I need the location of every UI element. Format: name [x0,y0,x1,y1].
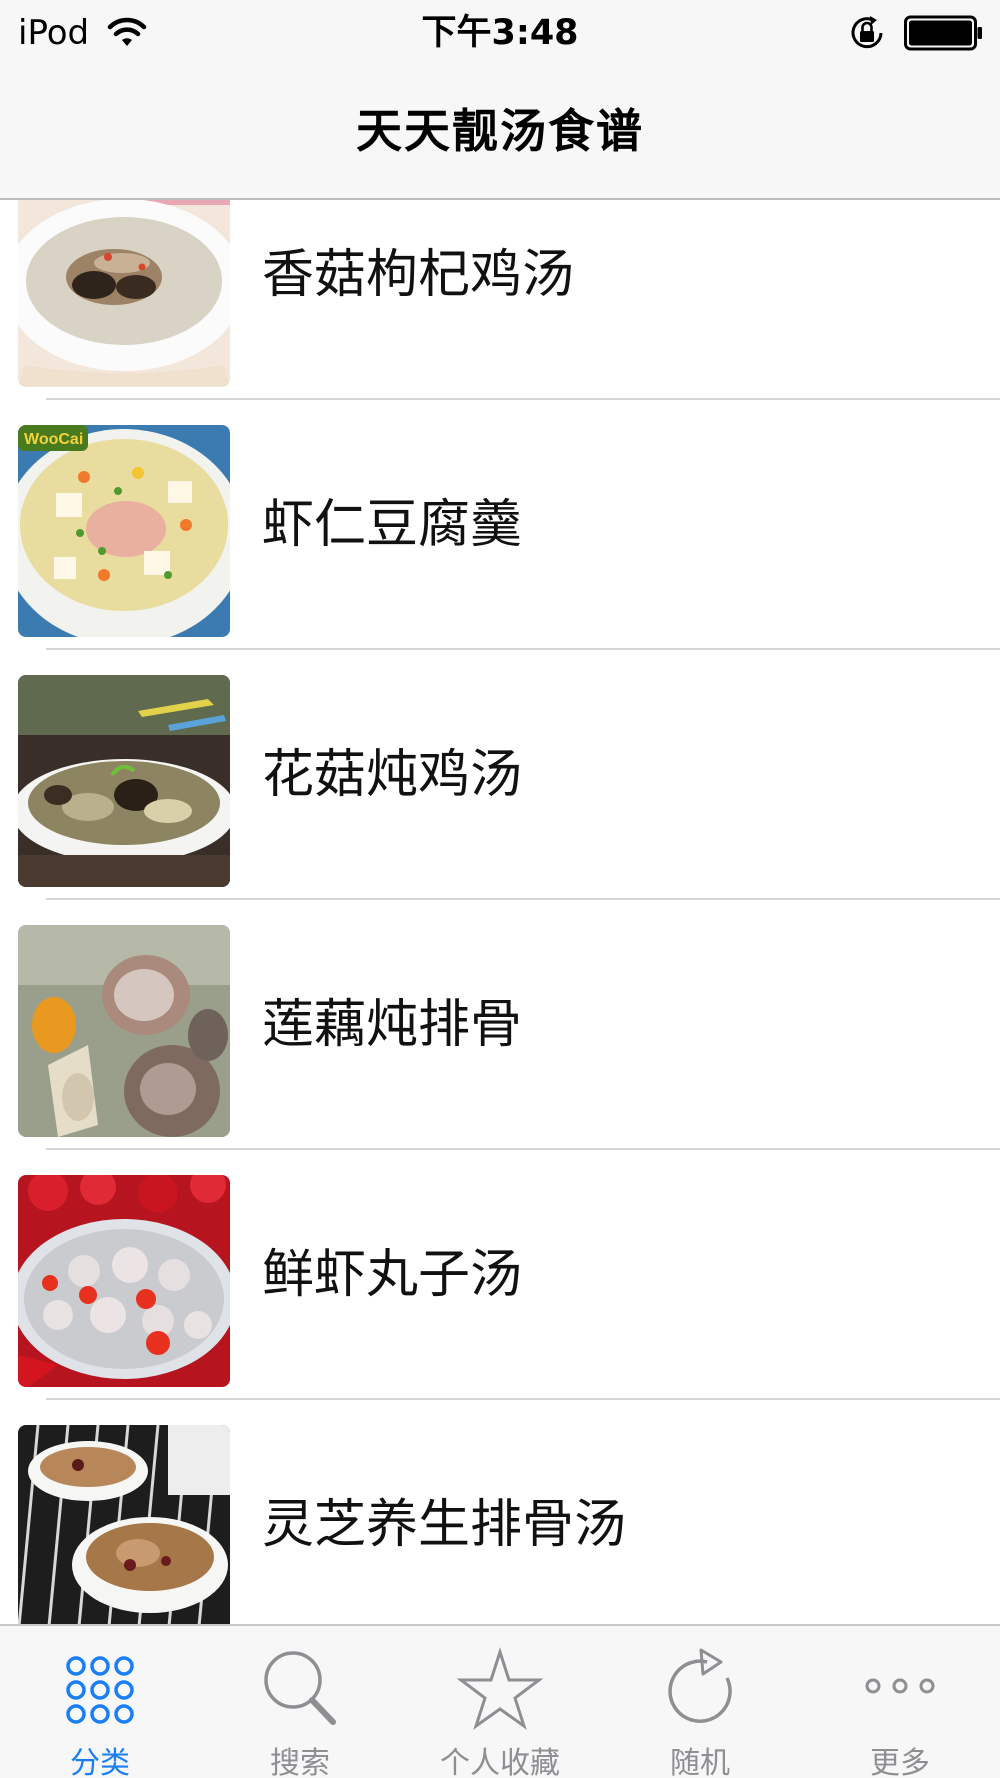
recipe-thumbnail [18,1175,230,1387]
tab-label: 分类 [70,1746,130,1778]
status-bar: iPod 下午3:48 [0,0,1000,66]
recipe-list-item[interactable]: 鲜虾丸子汤 [0,1150,1000,1400]
battery-icon [904,15,982,51]
tab-search[interactable]: 搜索 [200,1626,400,1778]
more-icon [865,1678,935,1694]
flower-mushroom-chicken-soup-photo [18,675,230,887]
navigation-bar: 天天靓汤食谱 [0,66,1000,200]
status-right [848,12,984,54]
page-title: 天天靓汤食谱 [356,104,644,158]
recipe-name: 灵芝养生排骨汤 [262,1495,627,1555]
tab-bar: 分类 搜索 个人收藏 随机 更多 [0,1624,1000,1778]
recipe-thumbnail [18,925,230,1137]
tab-random[interactable]: 随机 [600,1626,800,1778]
tab-label: 更多 [870,1746,930,1778]
shrimp-tofu-soup-photo: WooCai [18,425,230,637]
recipe-name: 鲜虾丸子汤 [262,1245,523,1305]
tab-category[interactable]: 分类 [0,1626,200,1778]
tab-label: 个人收藏 [440,1746,560,1778]
recipe-thumbnail [18,1425,230,1624]
tab-favorites[interactable]: 个人收藏 [400,1626,600,1778]
recipe-thumbnail [18,200,230,387]
app-screen: iPod 下午3:48 天天靓汤食谱 香菇枸杞鸡汤 WooCai 虾仁豆腐羹 花… [0,0,1000,1778]
lotus-root-pork-rib-soup-photo [18,925,230,1137]
tab-more[interactable]: 更多 [800,1626,1000,1778]
recipe-list-item[interactable]: 灵芝养生排骨汤 [0,1400,1000,1624]
shrimp-ball-soup-photo [18,1175,230,1387]
lingzhi-pork-rib-soup-photo [18,1425,230,1624]
svg-text:WooCai: WooCai [24,431,83,448]
recipe-name: 花菇炖鸡汤 [262,745,523,805]
recipe-name: 莲藕炖排骨 [262,995,523,1055]
star-icon [456,1647,544,1730]
recipe-thumbnail [18,675,230,887]
recipe-name: 香菇枸杞鸡汤 [262,245,575,305]
search-icon [264,1651,336,1725]
mushroom-goji-chicken-soup-photo [18,200,230,387]
recipe-list-item[interactable]: 莲藕炖排骨 [0,900,1000,1150]
rotation-lock-icon [851,16,883,49]
recipe-name: 虾仁豆腐羹 [262,495,523,555]
recipe-list-content: 香菇枸杞鸡汤 WooCai 虾仁豆腐羹 花菇炖鸡汤 莲藕炖排骨 鲜虾丸子汤 灵芝… [0,200,1000,1624]
recipe-list[interactable]: 香菇枸杞鸡汤 WooCai 虾仁豆腐羹 花菇炖鸡汤 莲藕炖排骨 鲜虾丸子汤 灵芝… [0,200,1000,1624]
tab-label: 随机 [670,1746,730,1778]
grid-dots-icon [66,1656,134,1724]
refresh-icon [668,1648,732,1723]
recipe-list-item[interactable]: WooCai 虾仁豆腐羹 [0,400,1000,650]
recipe-list-item[interactable]: 香菇枸杞鸡汤 [0,200,1000,400]
recipe-thumbnail: WooCai [18,425,230,637]
recipe-list-item[interactable]: 花菇炖鸡汤 [0,650,1000,900]
tab-label: 搜索 [270,1746,330,1778]
